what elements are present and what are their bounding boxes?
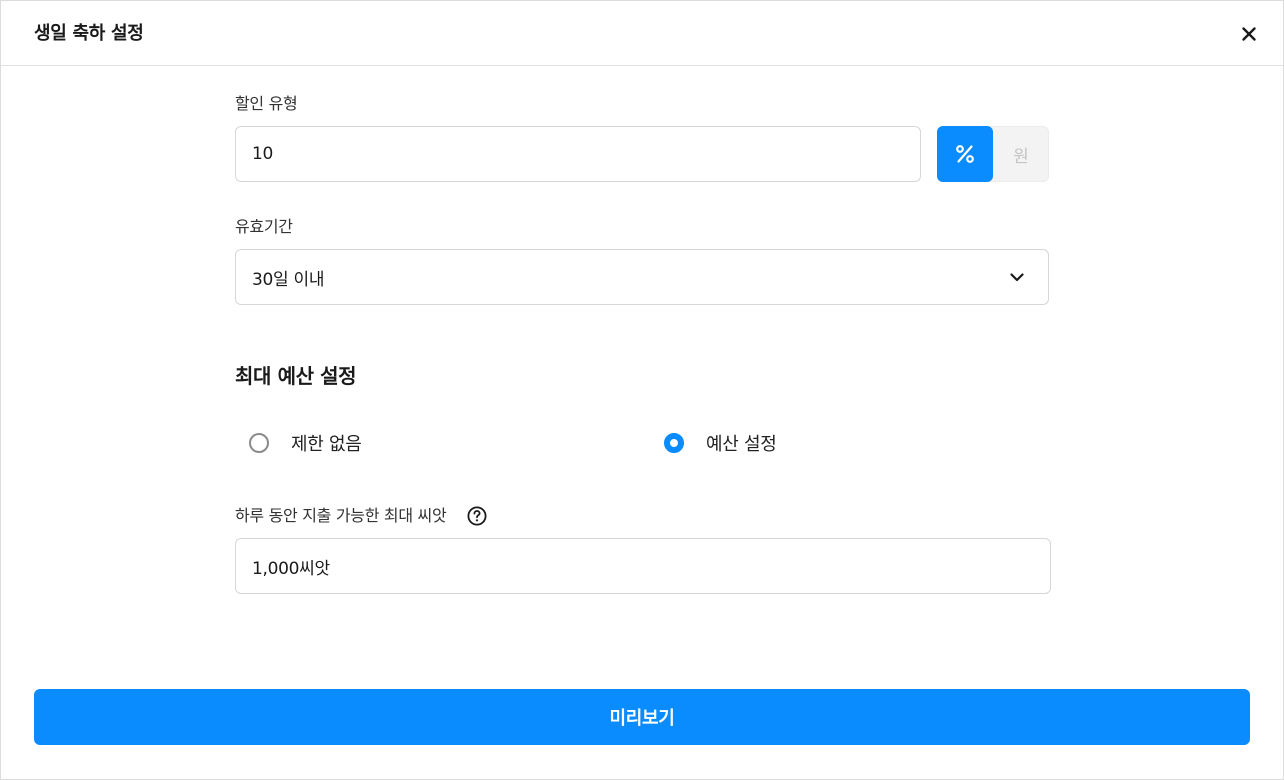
birthday-settings-modal: 생일 축하 설정 할인 유형 10 % 원 유효기간 30일 이내 [0, 0, 1284, 780]
discount-value-input[interactable]: 10 [235, 126, 921, 182]
radio-set-budget[interactable]: 예산 설정 [664, 430, 777, 456]
radio-no-limit[interactable]: 제한 없음 [249, 430, 362, 456]
radio-no-limit-label: 제한 없음 [291, 434, 362, 455]
close-button[interactable] [1235, 20, 1263, 48]
close-icon [1242, 27, 1256, 41]
discount-value-text: 10 [252, 144, 274, 164]
unit-won-button[interactable]: 원 [993, 126, 1049, 182]
budget-section-title: 최대 예산 설정 [235, 364, 357, 388]
modal-header: 생일 축하 설정 [1, 1, 1283, 66]
daily-max-input[interactable]: 1,000씨앗 [235, 538, 1051, 594]
discount-type-label: 할인 유형 [235, 94, 298, 113]
daily-max-label: 하루 동안 지출 가능한 최대 씨앗 [235, 506, 447, 525]
radio-no-limit-circle[interactable] [249, 433, 269, 453]
validity-label: 유효기간 [235, 217, 293, 236]
validity-select[interactable]: 30일 이내 [235, 249, 1049, 305]
modal-title: 생일 축하 설정 [34, 23, 144, 44]
unit-won-label: 원 [1013, 146, 1029, 167]
percent-icon [956, 145, 974, 163]
daily-max-value: 1,000씨앗 [252, 558, 330, 579]
radio-set-budget-circle[interactable] [664, 433, 684, 453]
discount-unit-toggle: % 원 [937, 126, 1049, 182]
preview-button-label: 미리보기 [609, 708, 675, 729]
unit-percent-button[interactable]: % [937, 126, 993, 182]
radio-set-budget-label: 예산 설정 [706, 434, 777, 455]
help-circle-icon[interactable] [467, 506, 487, 526]
preview-button[interactable]: 미리보기 [34, 689, 1250, 745]
chevron-down-icon [1010, 273, 1024, 282]
validity-selected-text: 30일 이내 [252, 269, 325, 290]
